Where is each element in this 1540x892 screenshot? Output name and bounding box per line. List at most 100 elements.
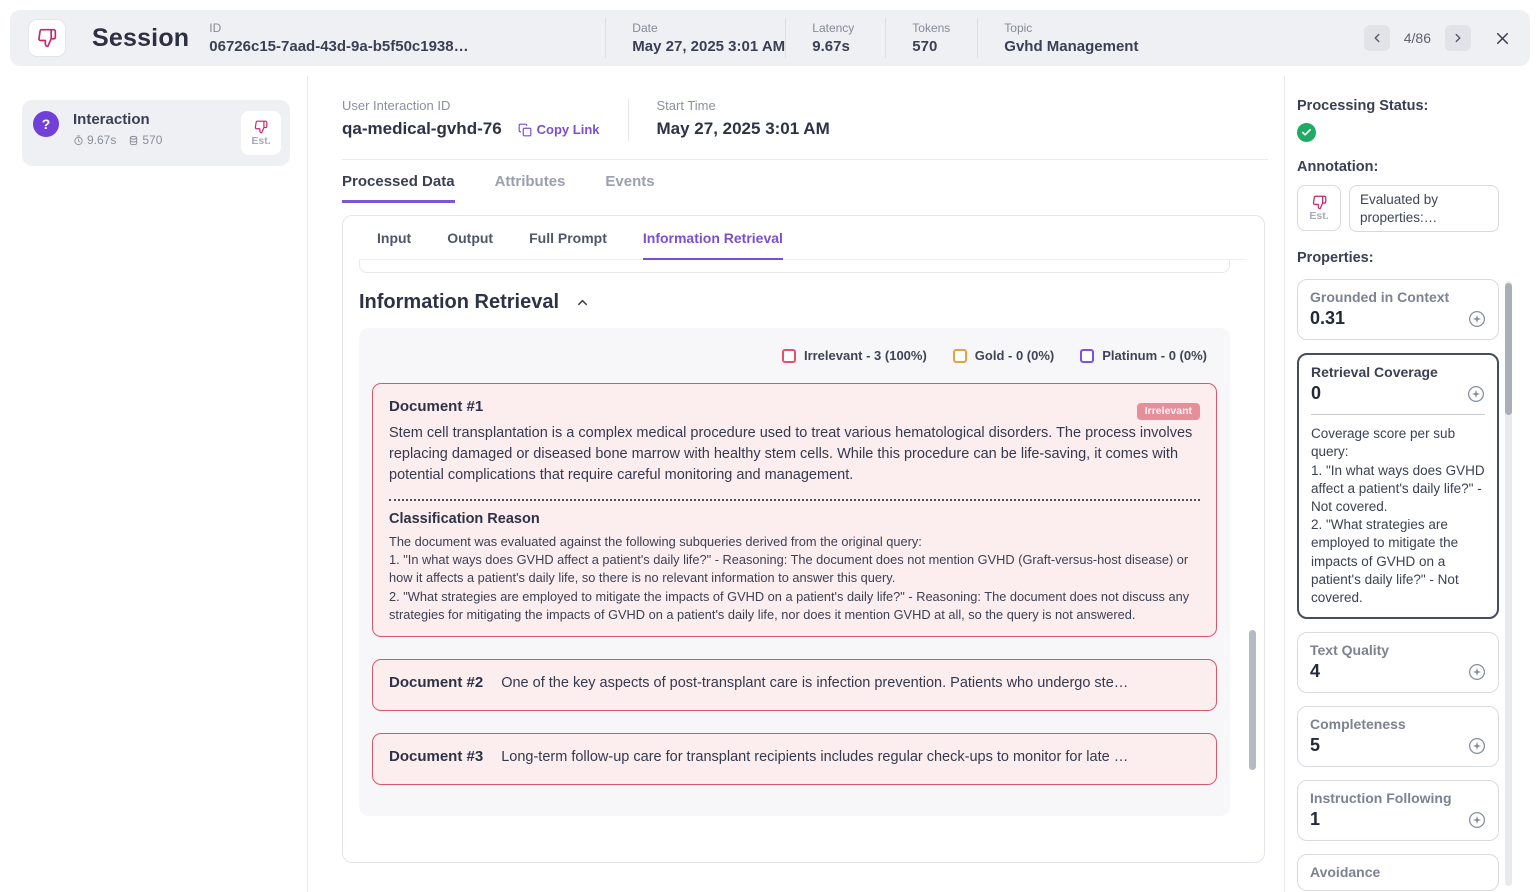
header-field-date: Date May 27, 2025 3:01 AM: [605, 18, 785, 58]
property-card-retrieval-coverage[interactable]: Retrieval Coverage 0 Coverage score per …: [1297, 353, 1499, 620]
copy-link-button[interactable]: Copy Link: [518, 122, 600, 137]
property-name: Completeness: [1310, 716, 1406, 733]
property-card-avoidance[interactable]: Avoidance: [1297, 854, 1499, 892]
start-time-value: May 27, 2025 3:01 AM: [656, 119, 830, 138]
classification-reason-body: The document was evaluated against the f…: [389, 534, 1190, 622]
field-label: Topic: [1004, 21, 1033, 35]
document-card-2[interactable]: Document #2 One of the key aspects of po…: [372, 658, 1217, 711]
est-label: Est.: [251, 134, 271, 147]
processing-status-label: Processing Status:: [1297, 98, 1429, 114]
relevance-legend: Irrelevant - 3 (100%) Gold - 0 (0%) Plat…: [372, 348, 1217, 363]
legend-label: Irrelevant - 3 (100%): [803, 348, 927, 363]
information-retrieval-panel: Irrelevant - 3 (100%) Gold - 0 (0%) Plat…: [359, 328, 1230, 816]
scrolled-content-edge: [359, 260, 1230, 273]
next-session-button[interactable]: [1445, 25, 1471, 51]
scrollbar-thumb[interactable]: [1249, 630, 1256, 770]
irrelevant-badge: Irrelevant: [1136, 403, 1200, 420]
header-field-tokens: Tokens 570: [885, 18, 977, 58]
property-card-grounded-in-context[interactable]: Grounded in Context 0.31: [1297, 279, 1499, 341]
subtab-information-retrieval[interactable]: Information Retrieval: [642, 230, 783, 260]
classification-reason-title: Classification Reason: [389, 511, 540, 528]
field-value: 06726c15-7aad-43d-9a-b5f50c1938…: [209, 38, 469, 55]
thumbs-down-icon: [37, 28, 57, 48]
stopwatch-icon: [73, 134, 84, 146]
document-card-3[interactable]: Document #3 Long-term follow-up care for…: [372, 732, 1217, 785]
property-value: 4: [1310, 661, 1321, 682]
chevron-right-icon: [1451, 31, 1465, 45]
detail-tabs: Processed Data Attributes Events: [342, 173, 1284, 203]
start-time-field: Start Time May 27, 2025 3:01 AM: [657, 98, 830, 139]
property-card-text-quality[interactable]: Text Quality 4: [1297, 632, 1499, 694]
annotation-note[interactable]: Evaluated by properties:…: [1349, 185, 1499, 233]
legend-item-gold[interactable]: Gold - 0 (0%): [952, 348, 1055, 363]
property-name: Grounded in Context: [1310, 289, 1450, 306]
close-icon[interactable]: [1493, 29, 1512, 48]
pagination-indicator: 4/86: [1403, 30, 1431, 46]
property-value: 1: [1310, 809, 1321, 830]
tab-events[interactable]: Events: [605, 173, 654, 203]
document-preview: One of the key aspects of post-transplan…: [501, 674, 1129, 691]
gold-checkbox[interactable]: [952, 348, 967, 363]
interaction-title: Interaction: [73, 111, 150, 128]
property-value: 0: [1311, 383, 1322, 404]
document-card-1[interactable]: Document #1 Irrelevant Stem cell transpl…: [372, 383, 1217, 637]
legend-item-irrelevant[interactable]: Irrelevant - 3 (100%): [781, 348, 927, 363]
document-title: Document #1: [389, 398, 484, 415]
property-card-completeness[interactable]: Completeness 5: [1297, 706, 1499, 768]
property-description: Coverage score per sub query: 1. "In wha…: [1311, 414, 1485, 607]
annotation-est-button[interactable]: Est.: [1297, 185, 1341, 231]
field-value: Gvhd Management: [1004, 38, 1139, 55]
start-time-label: Start Time: [656, 98, 716, 113]
document-title: Document #3: [389, 747, 484, 765]
copy-icon: [518, 123, 532, 137]
interaction-list-item[interactable]: ? Interaction 9.67s 570 Est.: [22, 100, 290, 166]
generated-icon: [1468, 310, 1486, 328]
processed-data-subtabs: Input Output Full Prompt Information Ret…: [359, 230, 1246, 260]
irrelevant-checkbox[interactable]: [781, 348, 796, 363]
question-icon: ?: [33, 111, 59, 137]
generated-icon: [1468, 811, 1486, 829]
property-name: Instruction Following: [1310, 790, 1452, 807]
legend-label: Gold - 0 (0%): [974, 348, 1055, 363]
success-check-icon: [1297, 123, 1316, 142]
tab-attributes[interactable]: Attributes: [495, 173, 566, 203]
subtab-input[interactable]: Input: [377, 230, 411, 260]
session-header: Session ID 06726c15-7aad-43d-9a-b5f50c19…: [10, 10, 1530, 66]
field-label: Tokens: [912, 21, 951, 35]
page-title: Session: [92, 23, 190, 52]
interaction-detail: User Interaction ID qa-medical-gvhd-76 C…: [309, 76, 1284, 892]
field-label: ID: [209, 21, 222, 35]
field-value: May 27, 2025 3:01 AM: [632, 38, 786, 55]
prev-session-button[interactable]: [1363, 25, 1390, 51]
platinum-checkbox[interactable]: [1080, 348, 1095, 363]
property-value: 0.31: [1310, 308, 1346, 329]
document-title: Document #2: [389, 673, 484, 691]
chevron-up-icon[interactable]: [575, 295, 590, 310]
annotation-est-badge[interactable]: Est.: [241, 111, 281, 155]
divider: [627, 98, 629, 142]
tab-processed-data[interactable]: Processed Data: [342, 173, 455, 203]
legend-label: Platinum - 0 (0%): [1102, 348, 1207, 363]
scrollbar-thumb[interactable]: [1505, 283, 1512, 415]
chevron-left-icon: [1370, 31, 1384, 45]
property-name: Avoidance: [1310, 864, 1381, 881]
property-value: 5: [1310, 735, 1321, 756]
subtab-full-prompt[interactable]: Full Prompt: [529, 230, 607, 260]
dotted-divider: [389, 499, 1200, 502]
est-label: Est.: [1309, 209, 1329, 222]
header-field-latency: Latency 9.67s: [785, 18, 885, 58]
annotation-label: Annotation:: [1297, 159, 1379, 175]
legend-item-platinum[interactable]: Platinum - 0 (0%): [1080, 348, 1207, 363]
interaction-tokens: 570: [142, 133, 163, 147]
thumbs-down-icon: [254, 120, 268, 134]
property-card-instruction-following[interactable]: Instruction Following 1: [1297, 780, 1499, 842]
copy-link-label: Copy Link: [536, 122, 600, 137]
user-interaction-id-value: qa-medical-gvhd-76: [342, 119, 502, 138]
subtab-output[interactable]: Output: [447, 230, 493, 260]
document-body: Stem cell transplantation is a complex m…: [389, 425, 1193, 484]
generated-icon: [1468, 737, 1486, 755]
field-label: Latency: [812, 21, 855, 35]
property-name: Retrieval Coverage: [1311, 364, 1438, 381]
interactions-sidebar: ? Interaction 9.67s 570 Est.: [0, 76, 308, 892]
properties-label: Properties:: [1297, 250, 1374, 267]
